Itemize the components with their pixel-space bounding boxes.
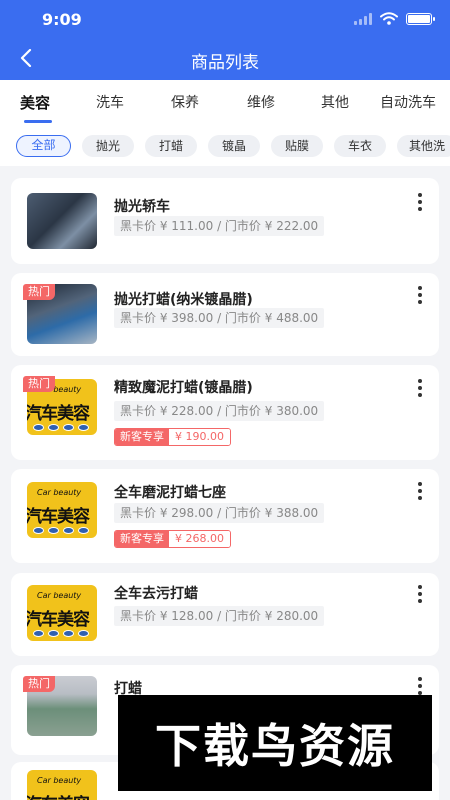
product-name: 精致魔泥打蜡(镀晶腊) (114, 380, 253, 396)
chip-polish[interactable]: 抛光 (82, 135, 134, 157)
product-card[interactable]: Car beauty 汽车美容 全车去污打蜡 黑卡价 ¥ 128.00 / 门市… (11, 573, 439, 656)
category-tabs: 美容 洗车 保养 维修 其他 自动洗车 (0, 80, 450, 126)
logo-subtitle: Car beauty (37, 591, 82, 600)
new-customer-promo: 新客专享 ¥ 190.00 (114, 428, 231, 446)
product-name: 全车磨泥打蜡七座 (114, 485, 226, 501)
promo-label: 新客专享 (115, 429, 169, 445)
product-name: 全车去污打蜡 (114, 586, 198, 602)
active-tab-indicator (24, 120, 52, 123)
logo-subtitle: Car beauty (37, 488, 82, 497)
product-thumbnail: Car beauty 汽车美容 (27, 585, 97, 641)
product-card[interactable]: 抛光轿车 黑卡价 ¥ 111.00 / 门市价 ¥ 222.00 (11, 178, 439, 264)
more-options-icon[interactable] (415, 585, 425, 603)
logo-text: 汽车美容 (27, 610, 90, 630)
more-options-icon[interactable] (415, 677, 425, 695)
logo-text: 汽车美容 (27, 790, 97, 800)
product-price: 黑卡价 ¥ 228.00 / 门市价 ¥ 380.00 (114, 401, 325, 421)
product-price: 黑卡价 ¥ 398.00 / 门市价 ¥ 488.00 (114, 308, 325, 328)
product-card[interactable]: 热门 抛光打蜡(纳米镀晶腊) 黑卡价 ¥ 398.00 / 门市价 ¥ 488.… (11, 273, 439, 356)
product-name: 抛光轿车 (114, 199, 170, 215)
product-thumbnail: Car beauty 汽车美容 (27, 482, 97, 538)
chip-other[interactable]: 其他洗 (397, 135, 450, 157)
promo-label: 新客专享 (115, 531, 169, 547)
watermark-overlay: 下载鸟资源 (118, 695, 432, 791)
tab-beauty[interactable]: 美容 (20, 92, 50, 113)
new-customer-promo: 新客专享 ¥ 268.00 (114, 530, 231, 548)
more-options-icon[interactable] (415, 193, 425, 211)
tab-maintenance[interactable]: 保养 (171, 92, 199, 112)
product-price: 黑卡价 ¥ 298.00 / 门市价 ¥ 388.00 (114, 503, 325, 523)
chip-coating[interactable]: 镀晶 (208, 135, 260, 157)
product-price: 黑卡价 ¥ 111.00 / 门市价 ¥ 222.00 (114, 216, 325, 236)
logo-text: 汽车美容 (27, 507, 90, 527)
tab-auto-wash[interactable]: 自动洗车 (380, 92, 436, 112)
page-title: 商品列表 (191, 53, 259, 73)
product-card[interactable]: 热门 Car beauty 汽车美容 精致魔泥打蜡(镀晶腊) 黑卡价 ¥ 228… (11, 365, 439, 460)
wifi-icon (380, 12, 398, 25)
more-options-icon[interactable] (415, 286, 425, 304)
signal-icon (354, 12, 372, 25)
product-card[interactable]: Car beauty 汽车美容 全车磨泥打蜡七座 黑卡价 ¥ 298.00 / … (11, 469, 439, 563)
promo-price: ¥ 190.00 (169, 429, 230, 445)
tab-car-wash[interactable]: 洗车 (96, 92, 124, 112)
tab-other[interactable]: 其他 (321, 92, 349, 112)
hot-badge: 热门 (23, 376, 55, 392)
logo-text: 汽车美容 (27, 404, 90, 424)
product-price: 黑卡价 ¥ 128.00 / 门市价 ¥ 280.00 (114, 606, 325, 626)
status-icons (354, 12, 435, 25)
promo-price: ¥ 268.00 (169, 531, 230, 547)
subcategory-chips: 全部 抛光 打蜡 镀晶 贴膜 车衣 其他洗 (0, 126, 450, 166)
chip-film[interactable]: 贴膜 (271, 135, 323, 157)
status-time: 9:09 (42, 10, 82, 29)
chip-car-cover[interactable]: 车衣 (334, 135, 386, 157)
product-thumbnail (27, 193, 97, 249)
more-options-icon[interactable] (415, 482, 425, 500)
hot-badge: 热门 (23, 676, 55, 692)
app-header: 9:09 商品列表 (0, 0, 450, 80)
chip-wax[interactable]: 打蜡 (145, 135, 197, 157)
product-name: 抛光打蜡(纳米镀晶腊) (114, 292, 253, 308)
tab-repair[interactable]: 维修 (247, 92, 275, 112)
chip-all[interactable]: 全部 (16, 135, 71, 157)
product-thumbnail: Car beauty 汽车美容 (27, 770, 97, 800)
battery-icon (406, 12, 435, 25)
more-options-icon[interactable] (415, 379, 425, 397)
hot-badge: 热门 (23, 284, 55, 300)
logo-subtitle: Car beauty (37, 776, 82, 785)
